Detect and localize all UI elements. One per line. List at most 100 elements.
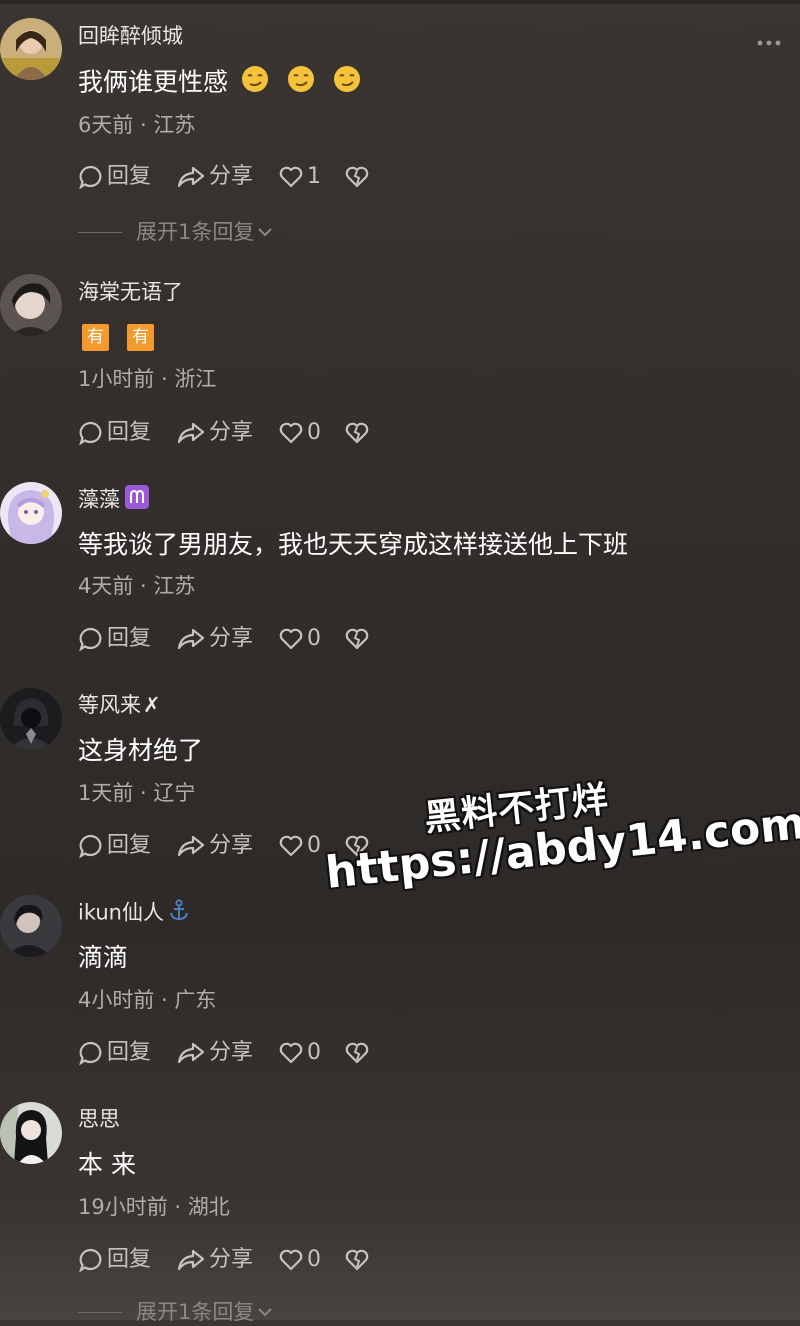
comment-meta: 1小时前 · 浙江 [78,367,217,391]
like-button[interactable]: 0 [278,418,344,448]
expand-replies-button[interactable]: 展开1条回复 [78,218,274,246]
share-label: 分享 [209,833,254,858]
expand-replies-button[interactable]: 展开1条回复 [78,1298,274,1326]
username[interactable]: 藻藻 [78,484,150,517]
broken-heart-icon [345,628,369,650]
like-button[interactable]: 0 [278,624,344,654]
chevron-down-icon [258,228,273,237]
comment-text: 我俩谁更性感 [78,64,374,103]
reply-label: 回复 [107,1040,152,1065]
reply-label: 回复 [107,420,152,445]
dislike-button[interactable] [344,418,370,448]
username-text: 藻藻 [78,487,120,512]
comment-meta: 4小时前 · 广东 [78,988,217,1012]
username[interactable]: 思思 [78,1105,120,1133]
share-button[interactable]: 分享 [176,1245,278,1275]
avatar[interactable] [0,895,62,957]
username[interactable]: 回眸醉倾城 [78,22,183,50]
comment-meta: 4天前 · 江苏 [78,574,196,598]
comment-meta: 1天前 · 辽宁 [78,781,196,805]
comment-bubble-icon [79,627,102,652]
reply-label: 回复 [107,164,152,189]
reply-button[interactable]: 回复 [78,1245,176,1275]
comment-bubble-icon [79,834,102,859]
broken-heart-icon [345,422,369,444]
comment-bubble-icon [79,421,102,446]
like-count: 0 [307,626,321,651]
share-button[interactable]: 分享 [176,162,278,192]
username[interactable]: ikun仙人 [78,898,190,929]
comment-bubble-icon [79,1041,102,1066]
comment-actions: 回复 分享 1 [78,162,370,192]
share-label: 分享 [209,164,254,189]
reply-button[interactable]: 回复 [78,831,176,861]
like-count: 0 [307,1040,321,1065]
share-arrow-icon [177,422,205,444]
avatar[interactable] [0,1102,62,1164]
share-arrow-icon [177,628,205,650]
expand-divider [78,231,122,233]
aries-badge-icon [124,484,150,517]
comment-text: 这身材绝了 [78,736,204,765]
share-button[interactable]: 分享 [176,831,278,861]
reply-button[interactable]: 回复 [78,418,176,448]
more-options-icon[interactable] [756,33,782,53]
broken-heart-icon [345,1042,369,1064]
username-text: 等风来 [78,693,141,717]
like-button[interactable]: 0 [278,1245,344,1275]
share-arrow-icon [177,1042,205,1064]
reply-label: 回复 [107,833,152,858]
username-text: ikun仙人 [78,900,164,925]
smirk-emoji-icon [332,64,362,103]
comment-actions: 回复 分享 0 [78,1245,370,1275]
share-arrow-icon [177,835,205,857]
dislike-button[interactable] [344,1038,370,1068]
avatar[interactable] [0,274,62,336]
dislike-button[interactable] [344,624,370,654]
comment-text-body: 我俩谁更性感 [78,67,229,97]
like-button[interactable]: 1 [278,162,344,192]
comment-text: 等我谈了男朋友，我也天天穿成这样接送他上下班 [78,530,629,559]
username-badge: ✗ [143,693,161,717]
dislike-button[interactable] [344,1245,370,1275]
share-button[interactable]: 分享 [176,624,278,654]
share-label: 分享 [209,1040,254,1065]
like-button[interactable]: 0 [278,1038,344,1068]
broken-heart-icon [345,166,369,188]
dislike-button[interactable] [344,162,370,192]
chevron-down-icon [258,1308,273,1317]
reply-button[interactable]: 回复 [78,624,176,654]
comment-text: 有有 [78,319,168,353]
reply-button[interactable]: 回复 [78,1038,176,1068]
username[interactable]: 等风来✗ [78,691,161,719]
comment-meta: 19小时前 · 湖北 [78,1195,230,1219]
heart-icon [279,835,303,857]
top-edge [0,0,800,4]
heart-icon [279,166,303,188]
expand-label: 展开1条回复 [136,1300,255,1324]
like-count: 0 [307,420,321,445]
share-label: 分享 [209,626,254,651]
reply-button[interactable]: 回复 [78,162,176,192]
username[interactable]: 海棠无语了 [78,278,183,306]
emoji-tag: 有 [127,323,154,351]
comment-bubble-icon [79,165,102,190]
avatar[interactable] [0,482,62,544]
anchor-badge-icon [168,898,190,929]
share-label: 分享 [209,1247,254,1272]
avatar[interactable] [0,18,62,80]
emoji-tag: 有 [82,323,109,351]
reply-label: 回复 [107,626,152,651]
expand-divider [78,1311,122,1313]
comment-bubble-icon [79,1248,102,1273]
comment-actions: 回复 分享 0 [78,624,370,654]
smirk-emoji-icon [286,64,316,103]
comment-text: 本 来 [78,1150,136,1179]
share-arrow-icon [177,1249,205,1271]
share-button[interactable]: 分享 [176,418,278,448]
share-arrow-icon [177,166,205,188]
share-button[interactable]: 分享 [176,1038,278,1068]
like-count: 1 [307,164,321,189]
comment-actions: 回复 分享 0 [78,1038,370,1068]
avatar[interactable] [0,688,62,750]
